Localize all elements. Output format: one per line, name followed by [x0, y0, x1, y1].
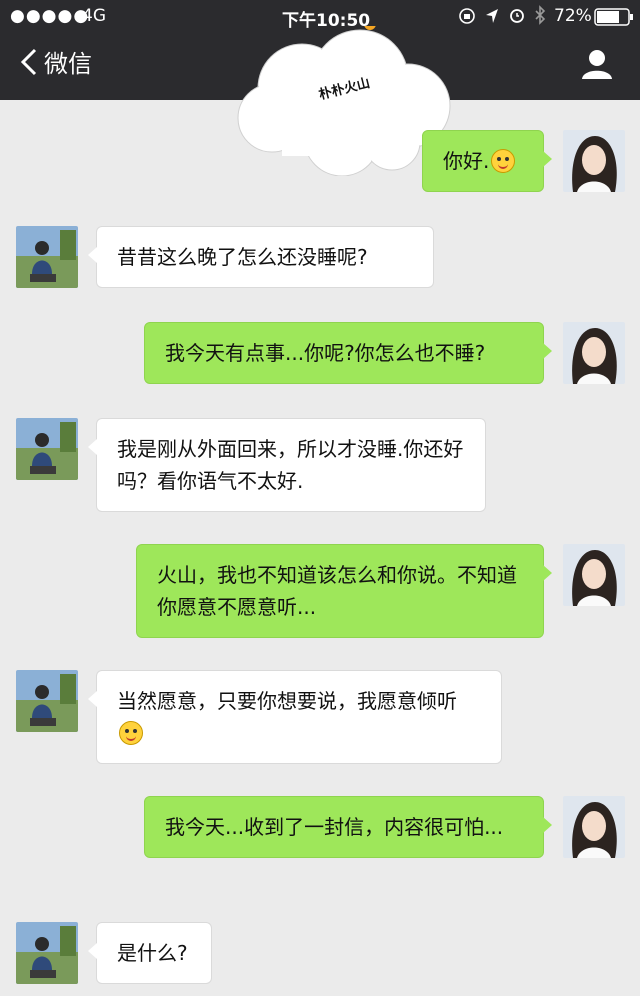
sent-message-bubble[interactable]: 火山，我也不知道该怎么和你说。不知道你愿意不愿意听... [136, 544, 552, 638]
my-avatar[interactable] [563, 130, 625, 192]
message-text: 当然愿意，只要你想要说，我愿意倾听 [117, 689, 457, 713]
back-chevron-icon [20, 48, 37, 75]
back-button[interactable]: 微信 [20, 44, 92, 79]
signal-dots: ●●●●● [10, 6, 90, 26]
message-text: 我是刚从外面回来，所以才没睡.你还好吗？看你语气不太好. [117, 437, 464, 493]
my-avatar[interactable] [563, 796, 625, 858]
flower-sticker [364, 26, 376, 30]
contact-avatar[interactable] [16, 418, 78, 480]
location-icon [484, 7, 500, 30]
contact-avatar[interactable] [16, 670, 78, 732]
contact-info-button[interactable] [580, 48, 614, 84]
received-message-bubble[interactable]: 当然愿意，只要你想要说，我愿意倾听 [88, 670, 502, 764]
message-text: 火山，我也不知道该怎么和你说。不知道你愿意不愿意听... [157, 563, 517, 619]
my-avatar[interactable] [563, 544, 625, 606]
message-text: 是什么? [117, 941, 188, 965]
message-text: 我今天有点事...你呢?你怎么也不睡? [165, 341, 486, 365]
sent-message-bubble[interactable]: 我今天有点事...你呢?你怎么也不睡? [144, 322, 552, 384]
network-type: 4G [82, 6, 106, 26]
battery-percent: 72% [554, 6, 592, 26]
message-text: 昔昔这么晚了怎么还没睡呢? [117, 245, 368, 269]
received-message-bubble[interactable]: 昔昔这么晚了怎么还没睡呢? [88, 226, 434, 288]
contact-avatar[interactable] [16, 226, 78, 288]
sent-message-bubble[interactable]: 我今天...收到了一封信，内容很可怕... [144, 796, 552, 858]
received-message-bubble[interactable]: 我是刚从外面回来，所以才没睡.你还好吗？看你语气不太好. [88, 418, 486, 512]
smile-emoji-icon [491, 149, 516, 173]
my-avatar[interactable] [563, 322, 625, 384]
back-label: 微信 [44, 50, 92, 78]
contact-avatar[interactable] [16, 922, 78, 984]
received-message-bubble[interactable]: 是什么? [88, 922, 212, 984]
person-icon [582, 50, 612, 79]
sent-message-bubble[interactable]: 你好. [422, 130, 552, 192]
bluetooth-icon [534, 5, 546, 30]
battery-icon [594, 8, 634, 31]
message-text: 我今天...收到了一封信，内容很可怕... [165, 815, 504, 839]
message-text: 你好. [443, 149, 490, 173]
alarm-icon [508, 6, 526, 29]
smile-emoji-icon [119, 721, 143, 745]
